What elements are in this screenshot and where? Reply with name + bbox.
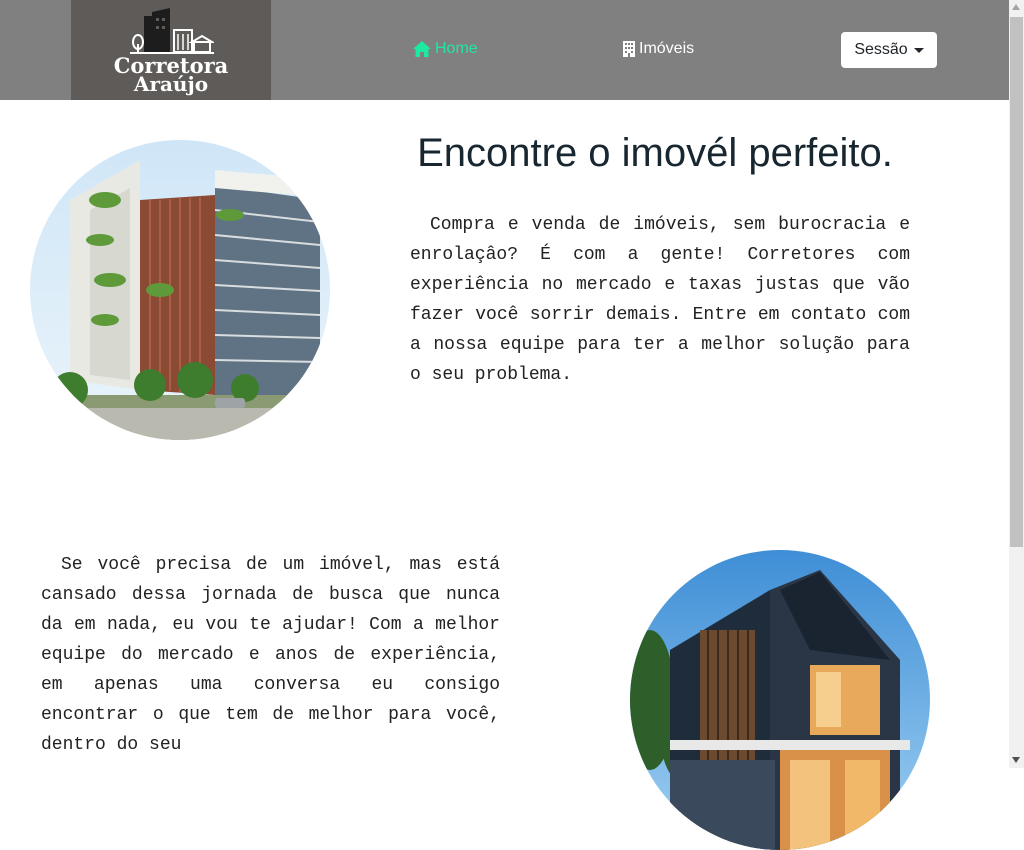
nav-link-home[interactable]: Home — [413, 40, 478, 58]
caret-down-icon — [913, 47, 924, 53]
building-icon — [623, 41, 635, 57]
scrollbar-thumb[interactable] — [1010, 17, 1023, 547]
session-dropdown-button[interactable]: Sessão — [841, 32, 937, 68]
brand-name-line2: Araújo — [133, 72, 209, 96]
scroll-up-arrow-icon[interactable] — [1012, 4, 1020, 10]
building-photo-circle — [30, 140, 330, 440]
nav-link-imoveis[interactable]: Imóveis — [623, 40, 694, 58]
scroll-down-arrow-icon[interactable] — [1012, 757, 1020, 763]
buildings-logo-icon — [130, 8, 214, 54]
nav-link-imoveis-label: Imóveis — [639, 40, 695, 57]
house-photo-circle — [630, 550, 930, 850]
hero-headline: Encontre o imovél perfeito. — [417, 131, 893, 175]
session-button-label: Sessão — [854, 41, 908, 58]
hero-paragraph: Compra e venda de imóveis, sem burocraci… — [410, 215, 910, 385]
nav-link-home-label: Home — [435, 40, 478, 57]
section2-paragraph: Se você precisa de um imóvel, mas está c… — [41, 555, 500, 755]
home-icon — [413, 41, 431, 57]
